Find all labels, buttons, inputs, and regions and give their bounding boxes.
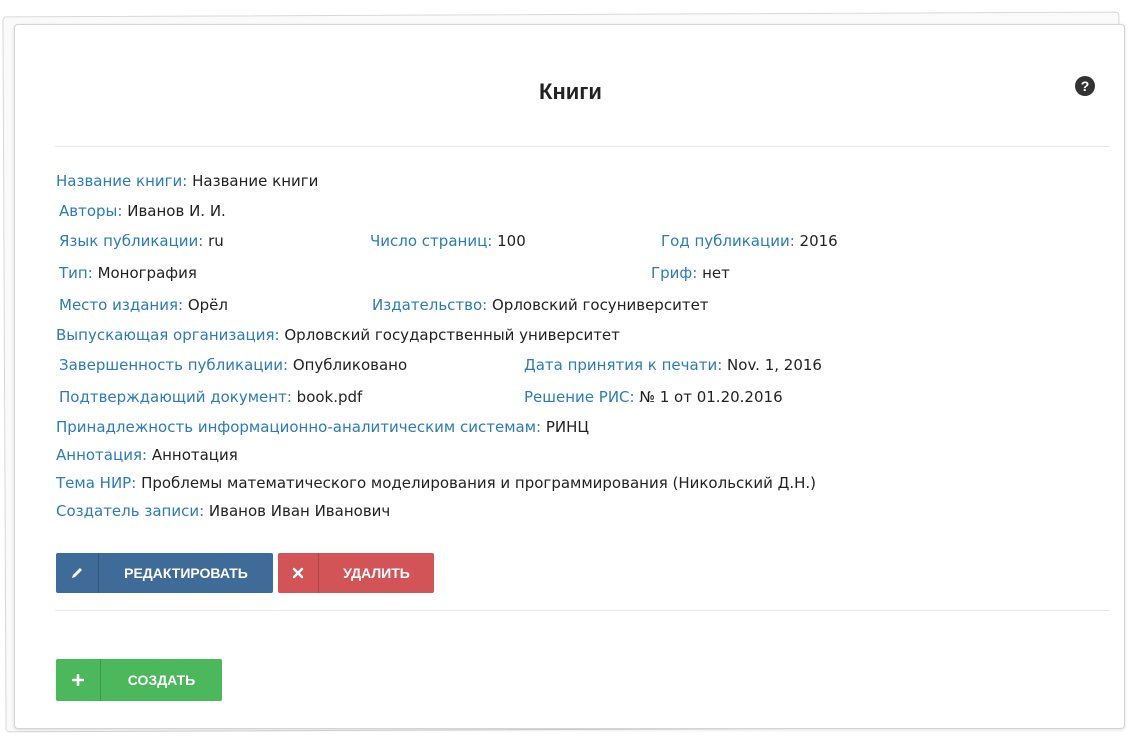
divider: [55, 146, 1110, 147]
field-label: Завершенность публикации:: [59, 356, 289, 374]
field-creator: Создатель записи: Иванов Иван Иванович: [56, 501, 390, 521]
field-year: Год публикации: 2016: [661, 231, 838, 251]
field-value: Орёл: [187, 296, 228, 314]
field-label: Авторы:: [59, 202, 123, 220]
field-value: нет: [702, 264, 730, 282]
field-label: Издательство:: [372, 296, 488, 314]
delete-button[interactable]: УДАЛИТЬ: [278, 553, 434, 593]
field-type: Тип: Монография: [59, 263, 197, 283]
field-pages: Число страниц: 100: [370, 231, 526, 251]
field-value: Проблемы математического моделирования и…: [141, 474, 816, 492]
edit-button[interactable]: РЕДАКТИРОВАТЬ: [56, 553, 273, 593]
field-value: Аннотация: [151, 446, 238, 464]
field-label: Выпускающая организация:: [56, 326, 280, 344]
field-label: Число страниц:: [370, 232, 493, 250]
field-value: Орловский госуниверситет: [492, 296, 709, 314]
field-annotation: Аннотация: Аннотация: [56, 445, 238, 465]
field-publisher: Издательство: Орловский госуниверситет: [372, 295, 709, 315]
field-authors: Авторы: Иванов И. И.: [59, 201, 226, 221]
field-label: Аннотация:: [56, 446, 148, 464]
field-systems: Принадлежность информационно-аналитическ…: [56, 417, 589, 437]
field-value: Название книги: [192, 172, 319, 190]
pencil-icon: [56, 553, 99, 593]
plus-icon: [56, 659, 101, 701]
field-label: Язык публикации:: [59, 232, 204, 250]
page-title: Книги: [539, 79, 602, 104]
delete-button-label: УДАЛИТЬ: [343, 565, 410, 581]
field-ris: Решение РИС: № 1 от 01.20.2016: [524, 387, 783, 407]
divider: [55, 610, 1110, 611]
create-button[interactable]: СОЗДАТЬ: [56, 659, 222, 701]
field-label: Год публикации:: [661, 232, 795, 250]
field-value: 2016: [799, 232, 838, 250]
times-icon: [278, 553, 319, 593]
field-value: Опубликовано: [292, 356, 408, 374]
field-research: Тема НИР: Проблемы математического модел…: [56, 473, 816, 493]
field-label: Место издания:: [59, 296, 184, 314]
field-label: Тема НИР:: [56, 474, 137, 492]
field-document: Подтверждающий документ: book.pdf: [59, 387, 362, 407]
field-issuing-org: Выпускающая организация: Орловский госуд…: [56, 325, 620, 345]
field-label: Создатель записи:: [56, 502, 205, 520]
field-place: Место издания: Орёл: [59, 295, 228, 315]
field-label: Решение РИС:: [524, 388, 635, 406]
field-label: Принадлежность информационно-аналитическ…: [56, 418, 542, 436]
field-value: Иванов Иван Иванович: [208, 502, 391, 520]
field-value: Орловский государственный университет: [284, 326, 620, 344]
field-label: Название книги:: [56, 172, 188, 190]
field-label: Гриф:: [651, 264, 698, 282]
field-value: ru: [208, 232, 224, 250]
field-label: Подтверждающий документ:: [59, 388, 292, 406]
field-label: Дата принятия к печати:: [524, 356, 723, 374]
field-value: 100: [497, 232, 526, 250]
field-label: Тип:: [59, 264, 93, 282]
field-value: Nov. 1, 2016: [727, 356, 822, 374]
field-title: Название книги: Название книги: [56, 171, 318, 191]
edit-button-label: РЕДАКТИРОВАТЬ: [124, 565, 248, 581]
field-value: № 1 от 01.20.2016: [639, 388, 783, 406]
book-card: ? Книги Название книги: Название книги А…: [14, 24, 1125, 729]
field-value: Монография: [97, 264, 197, 282]
field-print-date: Дата принятия к печати: Nov. 1, 2016: [524, 355, 822, 375]
create-button-label: СОЗДАТЬ: [127, 672, 196, 688]
field-completeness: Завершенность публикации: Опубликовано: [59, 355, 407, 375]
field-language: Язык публикации: ru: [59, 231, 224, 251]
field-value: Иванов И. И.: [127, 202, 226, 220]
field-value[interactable]: book.pdf: [297, 388, 363, 406]
field-value: РИНЦ: [545, 418, 590, 436]
field-grif: Гриф: нет: [651, 263, 730, 283]
